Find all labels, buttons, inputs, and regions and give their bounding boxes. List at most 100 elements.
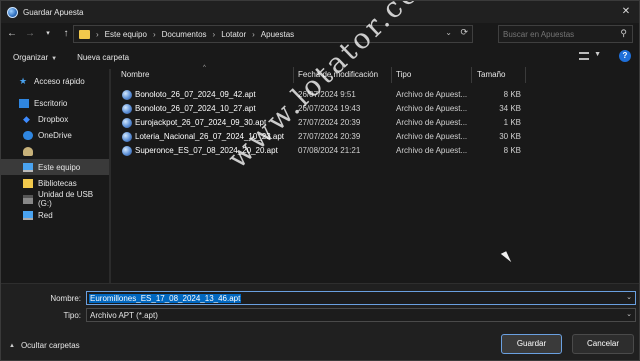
refresh-icon[interactable]: ⟳	[460, 27, 468, 38]
file-row[interactable]: Loteria_Nacional_26_07_2024_10_23.apt 27…	[113, 130, 533, 144]
save-dialog: Guardar Apuesta ✕ ← → ▾ ↑ › Este equipo …	[0, 0, 640, 361]
file-type-select[interactable]: Archivo APT (*.apt) ⌄	[86, 308, 636, 322]
cancel-button[interactable]: Cancelar	[572, 334, 634, 354]
file-modified: 27/07/2024 20:39	[298, 132, 361, 141]
chevron-up-icon: ▲	[9, 342, 15, 349]
address-dropdown-icon[interactable]: ⌄	[445, 28, 452, 37]
file-row[interactable]: Eurojackpot_26_07_2024_09_30.apt 27/07/2…	[113, 116, 533, 130]
sidebar-item-bibliotecas[interactable]: Bibliotecas	[1, 175, 109, 191]
search-icon[interactable]: ⚲	[620, 28, 627, 39]
sidebar-item-escritorio[interactable]: Escritorio	[1, 95, 109, 111]
sidebar-item-label: OneDrive	[38, 130, 72, 140]
name-label: Nombre:	[50, 294, 81, 303]
column-header-size[interactable]: Tamaño	[477, 67, 505, 83]
computer-icon	[23, 162, 33, 172]
organize-label: Organizar	[13, 52, 49, 62]
file-name: Bonoloto_26_07_2024_10_27.apt	[135, 104, 256, 113]
title-bar: Guardar Apuesta ✕	[1, 1, 639, 23]
view-dropdown-icon[interactable]: ▼	[594, 51, 601, 58]
navigation-scrollbar[interactable]	[109, 69, 111, 283]
column-size-label: Tamaño	[477, 70, 506, 79]
hide-folders-toggle[interactable]: ▲ Ocultar carpetas	[9, 341, 80, 350]
folder-icon	[79, 29, 90, 39]
app-icon	[7, 6, 18, 18]
breadcrumb-documentos[interactable]: Documentos	[162, 30, 207, 39]
sort-up-icon: ^	[203, 65, 206, 71]
column-divider[interactable]	[391, 67, 392, 83]
file-type: Archivo de Apuest...	[396, 104, 468, 113]
apt-file-icon	[122, 132, 132, 142]
column-type-label: Tipo	[396, 70, 412, 79]
column-header-type[interactable]: Tipo	[396, 67, 411, 83]
file-type: Archivo de Apuest...	[396, 118, 468, 127]
sidebar-item-label: Bibliotecas	[38, 178, 77, 188]
view-details-icon[interactable]	[579, 52, 589, 60]
chevron-down-icon[interactable]: ⌄	[626, 310, 632, 318]
window-title: Guardar Apuesta	[23, 7, 84, 17]
file-row[interactable]: Superonce_ES_07_08_2024_20_20.apt 07/08/…	[113, 144, 533, 158]
chevron-down-icon[interactable]: ▾	[41, 27, 55, 41]
library-icon	[23, 178, 33, 188]
filename-field[interactable]: Euromillones_ES_17_08_2024_13_46.apt ⌄	[86, 291, 636, 305]
type-label: Tipo:	[63, 311, 82, 320]
file-name: Bonoloto_26_07_2024_09_42.apt	[135, 90, 256, 99]
file-size: 1 KB	[503, 118, 521, 127]
sidebar-item-label: Unidad de USB (G:)	[38, 190, 94, 208]
file-size: 34 KB	[499, 104, 521, 113]
search-box[interactable]: ⚲	[498, 25, 633, 43]
organize-button[interactable]: Organizar ▼	[13, 53, 57, 62]
file-modified: 27/07/2024 20:39	[298, 118, 361, 127]
file-size: 8 KB	[503, 90, 521, 99]
breadcrumb-apuestas[interactable]: Apuestas	[261, 30, 294, 39]
file-size: 8 KB	[503, 146, 521, 155]
sidebar-item-acceso-rapido[interactable]: ★ Acceso rápido	[1, 73, 109, 89]
sidebar-item-label: Escritorio	[34, 98, 68, 108]
sidebar-item-usb[interactable]: Unidad de USB (G:)	[1, 190, 109, 208]
apt-file-icon	[122, 118, 132, 128]
sidebar-item-red[interactable]: Red	[1, 207, 109, 223]
sidebar-item-label: Este equipo	[38, 162, 81, 172]
usb-drive-icon	[23, 194, 33, 204]
column-name-label: Nombre	[121, 70, 150, 79]
sidebar-item-user[interactable]	[1, 143, 109, 159]
sidebar-item-label: Dropbox	[38, 114, 69, 124]
apt-file-icon	[122, 90, 132, 100]
apt-file-icon	[122, 104, 132, 114]
apt-file-icon	[122, 146, 132, 156]
file-row[interactable]: Bonoloto_26_07_2024_10_27.apt 26/07/2024…	[113, 102, 533, 116]
chevron-down-icon[interactable]: ⌄	[626, 293, 632, 301]
sidebar-item-label: Acceso rápido	[34, 76, 85, 86]
sidebar-item-label: Red	[38, 210, 53, 220]
save-form-panel: Nombre: Euromillones_ES_17_08_2024_13_46…	[1, 283, 639, 360]
address-bar[interactable]: › Este equipo › Documentos › Lotator › A…	[73, 25, 473, 43]
desktop-icon	[19, 98, 29, 108]
file-list: Nombre ^ Fecha de modificación Tipo Tama…	[113, 65, 639, 283]
back-arrow-icon[interactable]: ←	[5, 27, 19, 41]
column-divider[interactable]	[525, 67, 526, 83]
column-header-name[interactable]: Nombre	[121, 67, 149, 83]
new-folder-button[interactable]: Nueva carpeta	[77, 53, 129, 62]
search-input[interactable]	[503, 29, 613, 39]
sidebar-item-onedrive[interactable]: OneDrive	[1, 127, 109, 143]
file-type: Archivo de Apuest...	[396, 90, 468, 99]
user-folder-icon	[23, 146, 33, 156]
close-icon[interactable]: ✕	[619, 5, 633, 19]
breadcrumb-este-equipo[interactable]: Este equipo	[105, 30, 147, 39]
up-arrow-icon[interactable]: ↑	[59, 27, 73, 41]
save-button[interactable]: Guardar	[501, 334, 562, 354]
forward-arrow-icon[interactable]: →	[23, 27, 37, 41]
file-type-value: Archivo APT (*.apt)	[90, 310, 158, 320]
filename-input-text[interactable]: Euromillones_ES_17_08_2024_13_46.apt	[89, 293, 242, 303]
column-divider[interactable]	[471, 67, 472, 83]
chevron-down-icon: ▼	[51, 55, 58, 62]
help-icon[interactable]: ?	[619, 50, 631, 62]
hide-folders-label: Ocultar carpetas	[20, 341, 80, 350]
sidebar-item-este-equipo[interactable]: Este equipo	[1, 159, 109, 175]
breadcrumb-lotator[interactable]: Lotator	[221, 30, 246, 39]
file-type: Archivo de Apuest...	[396, 132, 468, 141]
sidebar-item-dropbox[interactable]: ◆ Dropbox	[1, 111, 109, 127]
navigation-pane: ★ Acceso rápido Escritorio ◆ Dropbox One…	[1, 69, 111, 283]
file-type: Archivo de Apuest...	[396, 146, 468, 155]
file-modified: 07/08/2024 21:21	[298, 146, 361, 155]
network-icon	[23, 210, 33, 220]
